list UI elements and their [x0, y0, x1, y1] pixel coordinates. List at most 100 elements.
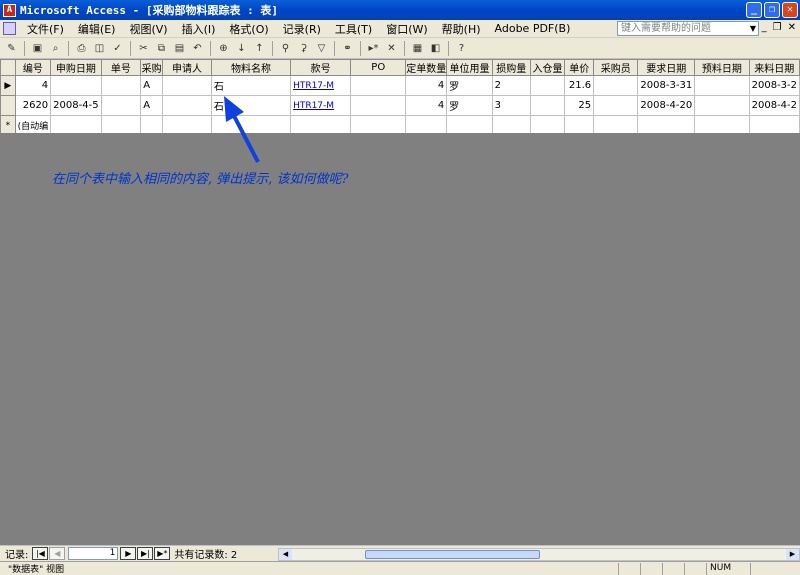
sort-ascending-icon[interactable]: ↓: [234, 41, 249, 56]
scroll-left-icon[interactable]: ◀: [279, 549, 292, 560]
cell-style-no[interactable]: [290, 115, 352, 133]
cell-applicant[interactable]: [162, 95, 212, 116]
scroll-right-icon[interactable]: ▶: [786, 549, 799, 560]
document-icon[interactable]: [3, 22, 16, 35]
help-icon[interactable]: ?: [454, 41, 469, 56]
column-header[interactable]: PO: [350, 59, 407, 76]
cell-expected-date[interactable]: [694, 115, 750, 133]
column-header[interactable]: 采购: [140, 59, 164, 76]
cell-stock-in-qty[interactable]: [529, 115, 566, 133]
cell-unit-price[interactable]: 25: [564, 95, 595, 116]
previous-record-button[interactable]: ◀: [49, 547, 66, 560]
spelling-icon[interactable]: ✓: [110, 41, 125, 56]
cell-material-name[interactable]: 石: [210, 75, 292, 96]
first-record-button[interactable]: |◀: [32, 547, 49, 560]
restore-button[interactable]: ❐: [764, 2, 780, 18]
menu-format[interactable]: 格式(O): [222, 21, 275, 37]
print-icon[interactable]: ⎙: [74, 41, 89, 56]
record-selector[interactable]: ▶: [0, 75, 16, 96]
paste-icon[interactable]: ▤: [172, 41, 187, 56]
cell-id[interactable]: (自动编: [14, 115, 52, 133]
mdi-close-button[interactable]: ✕: [788, 22, 796, 33]
print-preview-icon[interactable]: ◫: [92, 41, 107, 56]
current-record-input[interactable]: 1: [68, 547, 119, 560]
menu-insert[interactable]: 插入(I): [175, 21, 223, 37]
hyperlink-icon[interactable]: ⊕: [216, 41, 231, 56]
menu-tools[interactable]: 工具(T): [328, 21, 379, 37]
column-header[interactable]: 款号: [290, 59, 352, 76]
apply-filter-icon[interactable]: ▽: [314, 41, 329, 56]
cell-order-qty[interactable]: 4: [405, 75, 448, 96]
horizontal-scrollbar[interactable]: ◀ ▶: [278, 548, 800, 561]
next-record-button[interactable]: ▶: [120, 547, 137, 560]
record-selector[interactable]: [0, 95, 16, 116]
column-header[interactable]: 编号: [14, 59, 52, 76]
cell-applicant[interactable]: [162, 75, 212, 96]
cell-order-no[interactable]: [100, 95, 142, 116]
column-header[interactable]: 要求日期: [637, 59, 696, 76]
cell-id[interactable]: 4: [14, 75, 52, 96]
help-dropdown-arrow[interactable]: ▼: [748, 22, 758, 35]
minimize-button[interactable]: _: [746, 2, 762, 18]
column-header[interactable]: 申购日期: [50, 59, 102, 76]
cell-expected-date[interactable]: [694, 75, 750, 96]
delete-record-icon[interactable]: ✕: [384, 41, 399, 56]
column-header[interactable]: 入仓量: [529, 59, 566, 76]
cell-request-date[interactable]: [50, 115, 102, 133]
cell-loss-qty[interactable]: [491, 115, 531, 133]
save-icon[interactable]: ▣: [30, 41, 45, 56]
cell-purchase[interactable]: A: [140, 75, 164, 96]
column-header[interactable]: 单号: [100, 59, 142, 76]
cell-buyer[interactable]: [593, 75, 639, 96]
cell-expected-date[interactable]: [694, 95, 750, 116]
cell-po[interactable]: [350, 95, 407, 116]
cell-arrival-date[interactable]: [748, 115, 800, 133]
mdi-restore-button[interactable]: ❐: [773, 22, 782, 33]
cell-style-no[interactable]: HTR17-M: [290, 75, 352, 96]
cell-request-date[interactable]: [50, 75, 102, 96]
search-file-icon[interactable]: ⌕: [48, 41, 63, 56]
cell-required-date[interactable]: 2008-3-31: [637, 75, 696, 96]
cell-style-no[interactable]: HTR17-M: [290, 95, 352, 116]
database-window-icon[interactable]: ▦: [410, 41, 425, 56]
menu-adobe-pdf[interactable]: Adobe PDF(B): [488, 22, 578, 35]
sort-descending-icon[interactable]: ↑: [252, 41, 267, 56]
column-header[interactable]: 来料日期: [748, 59, 800, 76]
column-header[interactable]: 预料日期: [694, 59, 750, 76]
cell-unit-price[interactable]: [564, 115, 595, 133]
new-record-icon[interactable]: ▸*: [366, 41, 381, 56]
cell-unit-price[interactable]: 21.6: [564, 75, 595, 96]
cell-order-qty[interactable]: 4: [405, 95, 448, 116]
column-header[interactable]: 单位用量: [446, 59, 493, 76]
last-record-button[interactable]: ▶|: [137, 547, 154, 560]
menu-records[interactable]: 记录(R): [276, 21, 328, 37]
cell-buyer[interactable]: [593, 95, 639, 116]
cell-loss-qty[interactable]: 2: [491, 75, 531, 96]
close-button[interactable]: ✕: [782, 2, 798, 18]
cell-purchase[interactable]: A: [140, 95, 164, 116]
cell-po[interactable]: [350, 115, 407, 133]
cell-material-name[interactable]: 石: [210, 95, 292, 116]
cell-unit-usage[interactable]: [446, 115, 493, 133]
column-header[interactable]: 采购员: [593, 59, 639, 76]
new-record-selector[interactable]: *: [0, 115, 16, 133]
mdi-minimize-button[interactable]: _: [762, 22, 767, 33]
help-question-input[interactable]: 键入需要帮助的问题: [617, 21, 759, 36]
cell-order-qty[interactable]: [405, 115, 448, 133]
cell-applicant[interactable]: [162, 115, 212, 133]
menu-edit[interactable]: 编辑(E): [71, 21, 123, 37]
access-app-icon[interactable]: A: [3, 3, 16, 17]
cell-required-date[interactable]: 2008-4-20: [637, 95, 696, 116]
new-object-icon[interactable]: ◧: [428, 41, 443, 56]
column-header[interactable]: 物料名称: [210, 59, 292, 76]
filter-by-form-icon[interactable]: ⚳: [296, 41, 311, 56]
cell-material-name[interactable]: [210, 115, 292, 133]
cell-unit-usage[interactable]: 罗: [446, 75, 493, 96]
find-icon[interactable]: ⚭: [340, 41, 355, 56]
cell-arrival-date[interactable]: 2008-3-2: [748, 75, 800, 96]
cell-purchase[interactable]: [140, 115, 164, 133]
new-record-button[interactable]: ▶*: [154, 547, 171, 560]
scrollbar-thumb[interactable]: [365, 550, 540, 559]
corner-cell[interactable]: [0, 59, 16, 76]
undo-icon[interactable]: ↶: [190, 41, 205, 56]
